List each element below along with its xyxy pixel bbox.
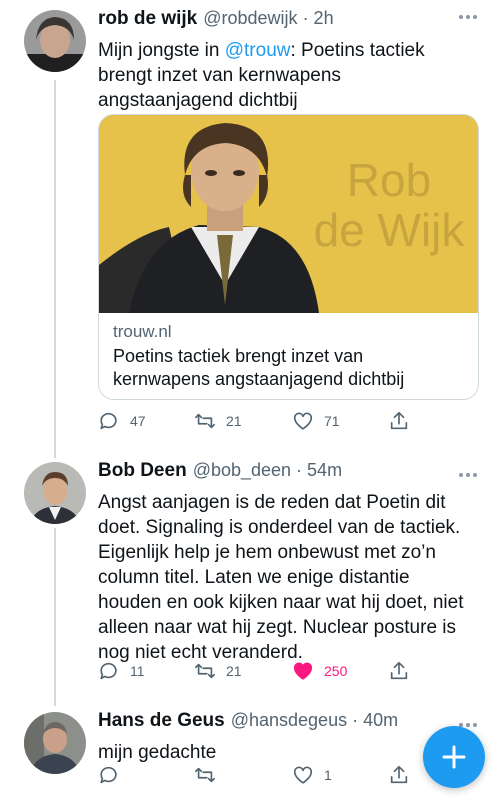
- tweet-text: mijn gedachte: [98, 742, 217, 763]
- mention-link[interactable]: @trouw: [225, 40, 291, 61]
- share-icon: [390, 661, 408, 680]
- reply-icon: [100, 412, 117, 430]
- share-icon: [390, 765, 408, 784]
- retweet-icon: [195, 413, 215, 429]
- compose-button[interactable]: [423, 726, 485, 788]
- reply-count: 11: [130, 663, 145, 679]
- share-icon: [390, 411, 408, 430]
- like-icon: [293, 766, 313, 784]
- card-title: Poetins tactiek brengt inzet van kernwap…: [113, 346, 405, 389]
- like-icon-filled: [293, 662, 313, 680]
- reply-icon: [100, 766, 117, 784]
- tweet-hans-de-geus[interactable]: Hans de Geus @hansdegeus · 40m mijn geda…: [0, 706, 493, 800]
- author-handle[interactable]: @bob_deen: [193, 460, 291, 481]
- retweet-count: 21: [226, 413, 242, 429]
- author-handle[interactable]: @hansdegeus: [231, 710, 347, 731]
- reply-count: 47: [130, 413, 146, 429]
- avatar[interactable]: [24, 10, 86, 72]
- tweet-bob-deen[interactable]: Bob Deen @bob_deen · 54m Angst aanjagen …: [0, 456, 493, 696]
- share-button[interactable]: [388, 660, 410, 682]
- author-name[interactable]: Hans de Geus: [98, 710, 225, 732]
- card-image: Rob de Wijk: [99, 115, 478, 313]
- like-button[interactable]: 250: [292, 660, 347, 682]
- share-button[interactable]: [388, 410, 410, 432]
- retweet-icon: [195, 767, 215, 783]
- like-button[interactable]: 71: [292, 410, 340, 432]
- author-name[interactable]: Bob Deen: [98, 460, 187, 482]
- card-image-caption: Rob de Wijk: [313, 154, 465, 256]
- tweet-text: Angst aanjagen is de reden dat Poetin di…: [98, 492, 464, 663]
- avatar[interactable]: [24, 462, 86, 524]
- tweet-text: Mijn jongste in @trouw: Poetins tactiek …: [98, 40, 425, 111]
- like-count: 250: [324, 663, 348, 679]
- retweet-count: 21: [226, 663, 242, 679]
- like-button[interactable]: 1: [292, 764, 332, 786]
- retweet-button[interactable]: [194, 764, 226, 786]
- tweet-time[interactable]: · 2h: [303, 8, 334, 29]
- tweet-time[interactable]: · 54m: [296, 460, 342, 481]
- reply-icon: [100, 662, 117, 680]
- card-domain: trouw.nl: [113, 322, 172, 341]
- tweet-time[interactable]: · 40m: [352, 710, 398, 731]
- reply-button[interactable]: [98, 764, 130, 786]
- author-handle[interactable]: @robdewijk: [203, 8, 297, 29]
- like-count: 71: [324, 413, 340, 429]
- reply-button[interactable]: 47: [98, 410, 146, 432]
- share-button[interactable]: [388, 764, 410, 786]
- tweet-robdewijk[interactable]: rob de wijk @robdewijk · 2h Mijn jongste…: [0, 0, 493, 450]
- retweet-button[interactable]: 21: [194, 660, 242, 682]
- author-name[interactable]: rob de wijk: [98, 8, 197, 30]
- avatar[interactable]: [24, 712, 86, 774]
- retweet-button[interactable]: 21: [194, 410, 242, 432]
- like-icon: [293, 412, 313, 430]
- like-count: 1: [324, 767, 332, 783]
- reply-button[interactable]: 11: [98, 660, 145, 682]
- compose-plus-icon: [442, 745, 466, 769]
- link-card[interactable]: Rob de Wijk trouw.nl Poetins tactiek bre…: [98, 114, 479, 400]
- retweet-icon: [195, 663, 215, 679]
